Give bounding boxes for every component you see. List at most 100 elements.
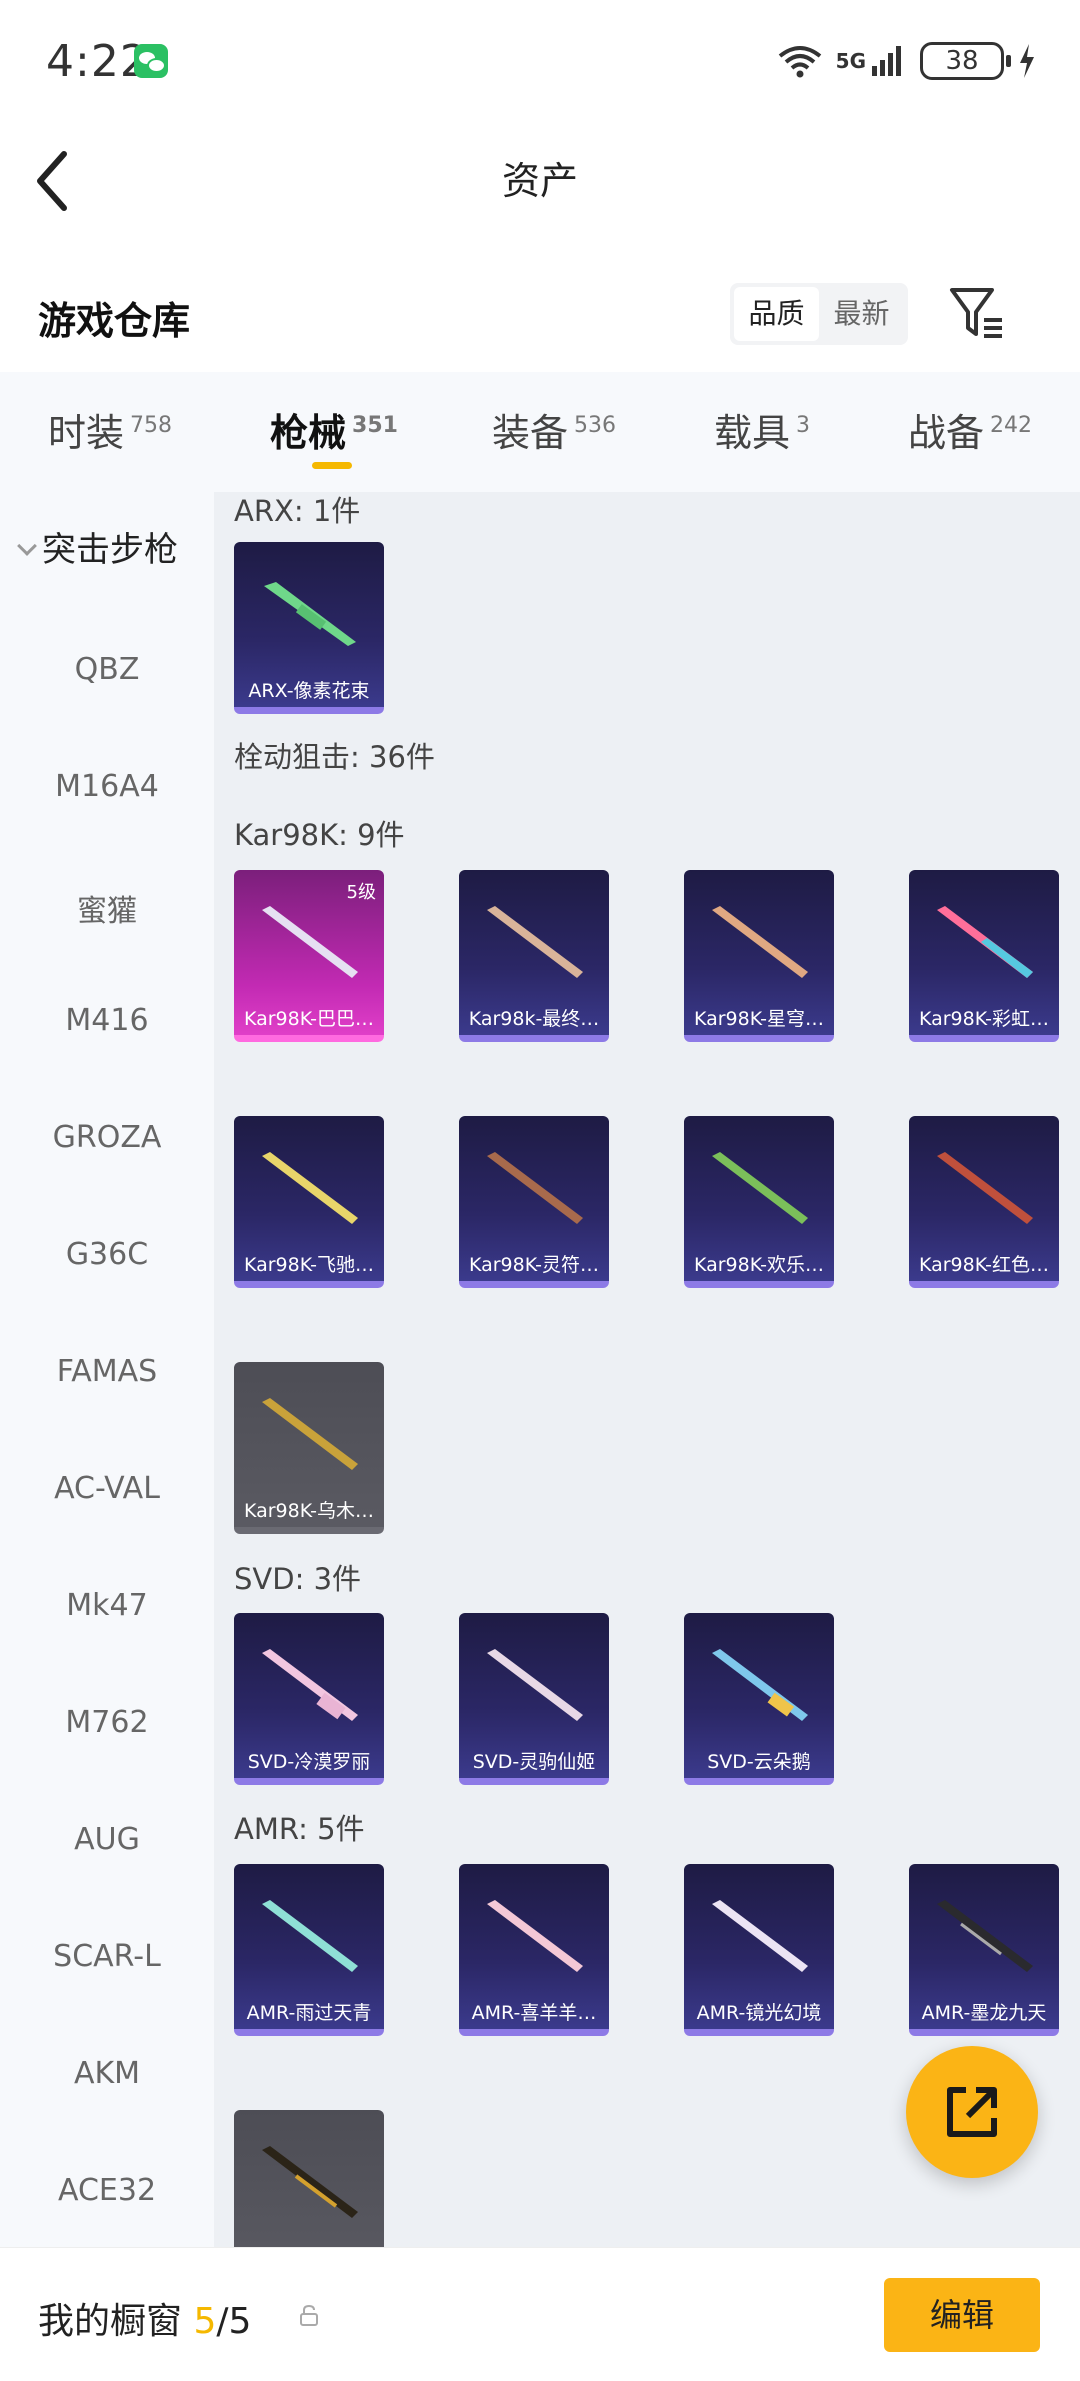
- weapon-card[interactable]: Kar98K-红色…: [909, 1116, 1059, 1288]
- weapon-card[interactable]: SVD-灵驹仙姬: [459, 1613, 609, 1785]
- rifle-icon: [487, 1649, 583, 1721]
- tab-label: 战备: [908, 411, 985, 455]
- tab-count: 536: [574, 413, 617, 438]
- sidebar-item-m762[interactable]: M762: [0, 1705, 214, 1740]
- tab-label: 时装: [48, 411, 125, 455]
- weapon-card[interactable]: 5级 Kar98K-巴巴…: [234, 870, 384, 1042]
- section-label-arx: ARX: 1件: [234, 494, 361, 528]
- network-type: 5G: [835, 49, 866, 73]
- sidebar-item-qbz[interactable]: QBZ: [0, 652, 214, 687]
- rifle-icon: [262, 2146, 358, 2218]
- active-tab-indicator: [312, 462, 352, 469]
- lock-icon: [300, 2304, 318, 2326]
- level-badge: 5级: [346, 882, 376, 903]
- weapon-card[interactable]: AMR-镜光幻境: [684, 1864, 834, 2036]
- bottom-bar: 我的橱窗 5/5 编辑: [0, 2247, 1080, 2381]
- weapon-card[interactable]: Kar98K-灵符…: [459, 1116, 609, 1288]
- tab-fashion[interactable]: 时装 758: [48, 402, 172, 457]
- charging-icon: [1020, 44, 1034, 78]
- rifle-icon: [487, 1152, 583, 1224]
- weapon-card[interactable]: ARX-像素花束: [234, 542, 384, 714]
- rifle-icon: [937, 1900, 1033, 1972]
- weapon-card[interactable]: AMR-喜羊羊…: [459, 1864, 609, 2036]
- weapon-name: Kar98k-最终…: [468, 1008, 600, 1030]
- share-icon: [947, 2087, 997, 2137]
- rifle-icon: [937, 1152, 1033, 1224]
- weapon-name: AMR-镜光幻境: [696, 2002, 822, 2024]
- sidebar-item-mk47[interactable]: Mk47: [0, 1588, 214, 1623]
- tab-count: 3: [796, 413, 811, 438]
- showcase-label: 我的橱窗 5/5: [38, 2292, 251, 2344]
- rifle-icon: [262, 906, 358, 978]
- weapon-name: AMR-喜羊羊…: [471, 2002, 597, 2024]
- edit-button[interactable]: 编辑: [884, 2278, 1040, 2352]
- weapon-card[interactable]: AMR-墨龙九天: [909, 1864, 1059, 2036]
- tab-firearms[interactable]: 枪械 351: [270, 402, 398, 457]
- sidebar-item-honey-badger[interactable]: 蜜獾: [0, 886, 214, 930]
- weapon-name: Kar98K-灵符…: [468, 1254, 600, 1276]
- rifle-icon: [712, 1900, 808, 1972]
- weapon-name: SVD-冷漠罗丽: [247, 1751, 371, 1773]
- rifle-icon: [262, 1900, 358, 1972]
- weapon-list: ARX: 1件 ARX-像素花束 栓动狙击: 36件 Kar98K: 9件 5级…: [214, 492, 1080, 2247]
- sidebar-group-label: 突击步枪: [42, 530, 178, 570]
- status-icons: 5G 38: [778, 42, 1036, 80]
- weapon-name: SVD-云朵鹅: [707, 1751, 811, 1773]
- tab-count: 242: [990, 413, 1033, 438]
- sidebar-item-ac-val[interactable]: AC-VAL: [0, 1471, 214, 1506]
- rifle-icon: [264, 582, 356, 646]
- section-label-amr: AMR: 5件: [234, 1812, 365, 1846]
- tab-supplies[interactable]: 战备 242: [908, 402, 1032, 457]
- weapon-card[interactable]: Kar98K-乌木…: [234, 1362, 384, 1534]
- sidebar-item-m16a4[interactable]: M16A4: [0, 769, 214, 804]
- rifle-icon: [487, 906, 583, 978]
- weapon-card[interactable]: SVD-云朵鹅: [684, 1613, 834, 1785]
- weapon-card[interactable]: SVD-冷漠罗丽: [234, 1613, 384, 1785]
- tab-label: 装备: [492, 411, 569, 455]
- rifle-icon: [712, 906, 808, 978]
- weapon-type-sidebar: 突击步枪 QBZ M16A4 蜜獾 M416 GROZA G36C FAMAS …: [0, 492, 214, 2247]
- sidebar-item-groza[interactable]: GROZA: [0, 1120, 214, 1155]
- section-label-svd: SVD: 3件: [234, 1562, 362, 1596]
- page-title: 资产: [501, 159, 578, 203]
- section-label-kar98k: Kar98K: 9件: [234, 818, 405, 852]
- weapon-card[interactable]: [234, 2110, 384, 2247]
- tab-equipment[interactable]: 装备 536: [492, 402, 616, 457]
- weapon-card[interactable]: Kar98k-最终…: [459, 870, 609, 1042]
- wifi-icon: [778, 46, 821, 78]
- sidebar-item-akm[interactable]: AKM: [0, 2056, 214, 2091]
- sidebar-item-g36c[interactable]: G36C: [0, 1237, 214, 1272]
- sidebar-item-famas[interactable]: FAMAS: [0, 1354, 214, 1389]
- tab-vehicles[interactable]: 载具 3: [714, 402, 810, 457]
- sidebar-item-ace32[interactable]: ACE32: [0, 2173, 214, 2208]
- tab-label: 载具: [714, 411, 791, 455]
- tab-count: 351: [352, 413, 398, 438]
- sidebar-item-m416[interactable]: M416: [0, 1003, 214, 1038]
- weapon-name: SVD-灵驹仙姬: [472, 1751, 596, 1773]
- weapon-card[interactable]: AMR-雨过天青: [234, 1864, 384, 2036]
- sidebar-item-aug[interactable]: AUG: [0, 1822, 214, 1857]
- weapon-name: Kar98K-乌木…: [243, 1500, 375, 1522]
- status-bar: 4:22 5G 38: [0, 0, 1080, 120]
- sidebar-item-scar-l[interactable]: SCAR-L: [0, 1939, 214, 1974]
- weapon-name: Kar98K-红色…: [918, 1254, 1050, 1276]
- signal-icon: [872, 46, 901, 76]
- sort-quality-button[interactable]: 品质: [734, 287, 819, 341]
- showcase-total: /5: [216, 2301, 252, 2342]
- rifle-icon: [262, 1152, 358, 1224]
- weapon-card[interactable]: Kar98K-欢乐…: [684, 1116, 834, 1288]
- battery-icon: 38: [920, 42, 1011, 80]
- section-label-bolt-sniper: 栓动狙击: 36件: [234, 740, 435, 774]
- weapon-card[interactable]: Kar98K-飞驰…: [234, 1116, 384, 1288]
- sidebar-group-assault-rifle[interactable]: 突击步枪: [0, 522, 214, 571]
- showcase-count: 5: [193, 2301, 217, 2342]
- share-fab-button[interactable]: [906, 2046, 1038, 2178]
- weapon-name: Kar98K-彩虹…: [918, 1008, 1050, 1030]
- sort-latest-button[interactable]: 最新: [819, 287, 904, 341]
- warehouse-title: 游戏仓库: [38, 299, 191, 343]
- rifle-icon: [262, 1649, 358, 1721]
- weapon-name: AMR-墨龙九天: [921, 2002, 1047, 2024]
- filter-icon[interactable]: [948, 284, 1008, 344]
- weapon-card[interactable]: Kar98K-彩虹…: [909, 870, 1059, 1042]
- weapon-card[interactable]: Kar98K-星穹…: [684, 870, 834, 1042]
